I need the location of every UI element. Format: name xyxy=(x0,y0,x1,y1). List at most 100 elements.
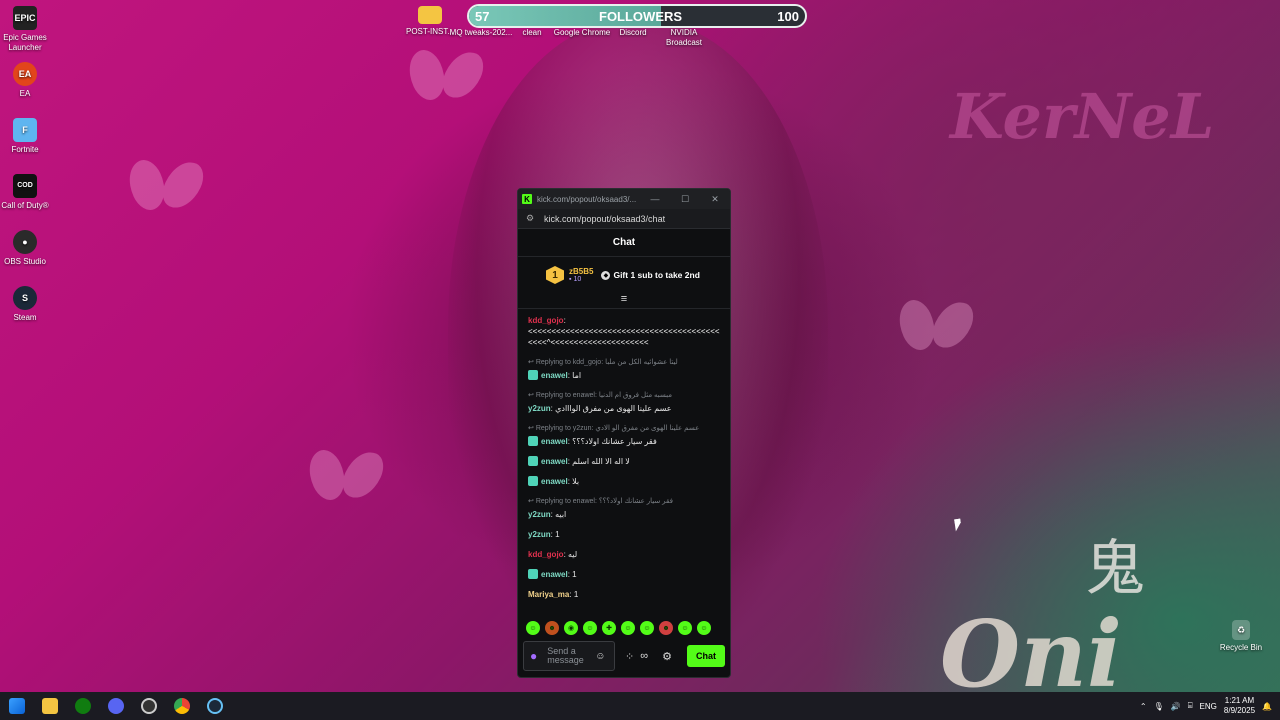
emoji-picker-icon[interactable]: ☺ xyxy=(595,651,605,661)
call-of-duty-icon: COD xyxy=(13,174,37,198)
file-explorer-icon[interactable] xyxy=(33,692,66,720)
taskbar: ⌃ 🎙 🔊 ⌸ ENG 1:21 AM 8/9/2025 🔔 xyxy=(0,692,1280,720)
butterfly-decoration xyxy=(310,450,380,510)
desktop-icon-label: Recycle Bin xyxy=(1219,643,1263,652)
chrome-icon[interactable] xyxy=(165,692,198,720)
tray-overflow-chevron-icon[interactable]: ⌃ xyxy=(1140,702,1147,711)
followers-goal-bar: 57 FOLLOWERS 100 xyxy=(467,4,807,28)
butterfly-decoration xyxy=(410,50,480,110)
chat-username[interactable]: y2zun xyxy=(528,404,551,413)
site-settings-icon[interactable]: ⚙ xyxy=(526,213,538,224)
emote-icon[interactable]: ☺ xyxy=(640,621,654,635)
desktop-icon-obs-studio[interactable]: ● OBS Studio xyxy=(0,230,57,267)
infinity-icon[interactable]: ∞ xyxy=(640,650,648,662)
xbox-icon[interactable] xyxy=(66,692,99,720)
kick-sub-badge-icon xyxy=(528,476,538,486)
butterfly-decoration xyxy=(900,300,970,360)
chat-username[interactable]: y2zun xyxy=(528,510,551,519)
desktop-icon-fortnite[interactable]: F Fortnite xyxy=(0,118,57,155)
desktop-icon-epic-games[interactable]: EPIC Epic Games Launcher xyxy=(0,6,57,53)
desktop-icon-label: EA xyxy=(19,89,31,98)
channel-points-icon[interactable]: ⁘ xyxy=(625,650,634,663)
pinned-leaderboard[interactable]: 1 zB5B5 ▪ 10 ◆ Gift 1 sub to take 2nd xyxy=(518,257,730,293)
emote-icon[interactable]: ☺ xyxy=(526,621,540,635)
language-indicator[interactable]: ENG xyxy=(1200,702,1217,711)
chat-message-input[interactable]: ● Send a message ☺ xyxy=(523,641,615,671)
network-icon[interactable]: ⌸ xyxy=(1188,701,1193,711)
desktop-icon-recycle-bin[interactable]: ♻ Recycle Bin xyxy=(1209,620,1273,653)
chat-message: enawel: لا اله الا الله اسلم xyxy=(528,456,720,467)
windows-start-icon[interactable] xyxy=(0,692,33,720)
address-url: kick.com/popout/oksaad3/chat xyxy=(544,213,666,224)
chat-username[interactable]: enawel xyxy=(541,437,568,446)
chat-message: ↩ Replying to enawel: مبسبه مثل فروق ام … xyxy=(528,390,720,414)
discord-icon[interactable] xyxy=(99,692,132,720)
volume-icon[interactable]: 🔊 xyxy=(1171,702,1181,711)
send-chat-button[interactable]: Chat xyxy=(687,645,725,667)
microphone-icon[interactable]: ● xyxy=(530,650,537,662)
chat-header: Chat xyxy=(518,229,730,257)
chat-username[interactable]: kdd_gojo xyxy=(528,316,564,325)
emote-icon[interactable]: ☻ xyxy=(545,621,559,635)
emote-icon[interactable]: ☺ xyxy=(678,621,692,635)
butterfly-decoration xyxy=(130,160,200,220)
gift-sub-prompt[interactable]: ◆ Gift 1 sub to take 2nd xyxy=(601,270,700,280)
microphone-icon[interactable]: 🎙 xyxy=(1154,702,1164,711)
followers-goal: 100 xyxy=(777,9,799,24)
chat-message: ↩ Replying to enawel: فقر سيار عشانك اول… xyxy=(528,496,720,520)
desktop-icon-ea[interactable]: EA EA xyxy=(0,62,57,99)
minimize-button[interactable]: — xyxy=(640,194,670,204)
obs-icon[interactable] xyxy=(132,692,165,720)
steam-icon[interactable] xyxy=(198,692,231,720)
recycle-bin-icon: ♻ xyxy=(1232,620,1250,640)
chat-username[interactable]: enawel xyxy=(541,570,568,579)
desktop-icon-steam[interactable]: S Steam xyxy=(0,286,57,323)
chat-username[interactable]: kdd_gojo xyxy=(528,550,564,559)
emote-icon[interactable]: ☺ xyxy=(697,621,711,635)
chat-message-text: 1 xyxy=(555,530,560,539)
expand-chevron-icon[interactable]: ≡ xyxy=(518,293,730,309)
folder-icon xyxy=(418,6,442,24)
gear-icon[interactable]: ⚙ xyxy=(662,650,672,663)
epic-games-icon: EPIC xyxy=(13,6,37,30)
desktop-icon-call-of-duty[interactable]: COD Call of Duty® xyxy=(0,174,57,211)
reply-reference[interactable]: ↩ Replying to kdd_gojo: ليتا عشوائيه الك… xyxy=(528,357,720,368)
mouse-cursor-icon xyxy=(954,518,962,532)
emote-icon[interactable]: ◉ xyxy=(564,621,578,635)
chat-message: kdd_gojo: <<<<<<<<<<<<<<<<<<<<<<<<<<<<<<… xyxy=(528,316,720,347)
chat-message-text: اما xyxy=(572,371,582,380)
close-button[interactable]: ✕ xyxy=(700,194,730,205)
chat-message-text: 1 xyxy=(573,590,579,599)
window-titlebar: K kick.com/popout/oksaad3/... — ☐ ✕ xyxy=(518,189,730,209)
emote-icon[interactable]: ✚ xyxy=(602,621,616,635)
emote-icon[interactable]: ☺ xyxy=(583,621,597,635)
taskbar-clock[interactable]: 1:21 AM 8/9/2025 xyxy=(1224,696,1255,716)
chat-message-text: ابيه xyxy=(555,510,567,519)
chat-message-text: فقر سيار عشانك اولاد؟؟؟ xyxy=(572,437,657,446)
gift-icon: ◆ xyxy=(601,270,611,280)
chat-username[interactable]: Mariya_ma xyxy=(528,590,569,599)
kick-logo-icon: K xyxy=(522,194,532,204)
emote-icon[interactable]: ☻ xyxy=(659,621,673,635)
desktop-icon-nvidia-broadcast[interactable]: NVIDIA Broadcast xyxy=(652,28,716,48)
kick-sub-badge-icon xyxy=(528,569,538,579)
chat-username[interactable]: enawel xyxy=(541,457,568,466)
reply-reference[interactable]: ↩ Replying to y2zun: عسم علينا الهوى من … xyxy=(528,423,720,434)
wallpaper-kanji: 鬼 xyxy=(1085,534,1145,604)
maximize-button[interactable]: ☐ xyxy=(670,194,700,205)
followers-current: 57 xyxy=(475,9,490,24)
reply-reference[interactable]: ↩ Replying to enawel: فقر سيار عشانك اول… xyxy=(528,496,720,507)
address-bar[interactable]: ⚙ kick.com/popout/oksaad3/chat xyxy=(518,209,730,229)
notification-bell-icon[interactable]: 🔔 xyxy=(1262,702,1272,711)
kick-sub-badge-icon xyxy=(528,456,538,466)
emote-icon[interactable]: ☺ xyxy=(621,621,635,635)
chat-username[interactable]: enawel xyxy=(541,371,568,380)
desktop-icon-label: Steam xyxy=(13,313,37,322)
chat-message-list[interactable]: kdd_gojo: <<<<<<<<<<<<<<<<<<<<<<<<<<<<<<… xyxy=(518,309,730,600)
reply-reference[interactable]: ↩ Replying to enawel: مبسبه مثل فروق ام … xyxy=(528,390,720,401)
chat-message: Mariya_ma: 1 xyxy=(528,590,579,599)
chat-username[interactable]: enawel xyxy=(541,477,568,486)
steam-icon: S xyxy=(13,286,37,310)
chat-username[interactable]: y2zun xyxy=(528,530,551,539)
desktop-icon-label: Epic Games Launcher xyxy=(3,33,47,52)
